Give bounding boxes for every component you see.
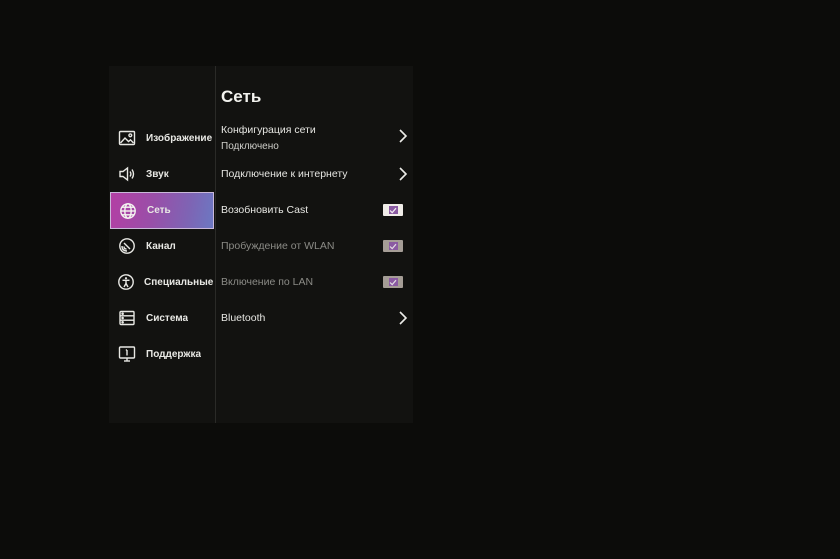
sidebar-item-channel[interactable]: Канал xyxy=(110,228,214,264)
settings-row-bluetooth[interactable]: Bluetooth xyxy=(221,310,409,344)
row-label: Конфигурация сети xyxy=(221,124,316,136)
checkmark-icon xyxy=(388,206,398,214)
row-label: Включение по LAN xyxy=(221,276,314,288)
settings-row-internet-connection[interactable]: Подключение к интернету xyxy=(221,166,409,200)
row-status: Подключено xyxy=(221,141,279,152)
accessibility-icon xyxy=(117,272,135,292)
row-label: Возобновить Cast xyxy=(221,204,309,216)
support-icon xyxy=(117,344,137,364)
settings-row-resume-cast[interactable]: Возобновить Cast xyxy=(221,202,409,236)
settings-row-network-config[interactable]: Конфигурация сети Подключено xyxy=(221,124,409,158)
settings-row-wake-on-lan[interactable]: Включение по LAN xyxy=(221,274,409,308)
sidebar-item-label: Канал xyxy=(146,240,176,252)
sidebar-item-label: Система xyxy=(146,312,189,324)
speaker-icon xyxy=(117,164,137,184)
sidebar-divider xyxy=(215,66,216,423)
sidebar-item-label: Сеть xyxy=(147,205,171,216)
sidebar-item-system[interactable]: Система xyxy=(110,300,214,336)
row-label: Bluetooth xyxy=(221,312,266,324)
chevron-right-icon xyxy=(399,129,408,143)
wake-on-lan-checkbox[interactable] xyxy=(383,276,403,288)
sidebar-item-support[interactable]: Поддержка xyxy=(110,336,214,372)
system-icon xyxy=(117,308,137,328)
settings-panel: Изображение Звук Сеть Канал Специальные … xyxy=(109,66,413,423)
settings-row-wake-on-wlan[interactable]: Пробуждение от WLAN xyxy=(221,238,409,272)
sidebar-item-label: Специальные… xyxy=(144,276,214,288)
checkmark-icon xyxy=(388,242,398,250)
row-label: Подключение к интернету xyxy=(221,168,348,180)
globe-icon xyxy=(118,201,138,221)
chevron-right-icon xyxy=(399,167,408,181)
channel-icon xyxy=(117,236,137,256)
network-settings: Сеть Конфигурация сети Подключено Подклю… xyxy=(220,66,410,423)
row-label: Пробуждение от WLAN xyxy=(221,240,335,252)
settings-sidebar: Изображение Звук Сеть Канал Специальные … xyxy=(109,66,215,423)
checkmark-icon xyxy=(388,278,398,286)
chevron-right-icon xyxy=(399,311,408,325)
sidebar-item-sound[interactable]: Звук xyxy=(110,156,214,192)
sidebar-item-network[interactable]: Сеть xyxy=(110,192,214,229)
sidebar-item-label: Звук xyxy=(146,168,169,180)
tv-screen: Изображение Звук Сеть Канал Специальные … xyxy=(0,0,840,559)
sidebar-item-label: Поддержка xyxy=(146,348,202,360)
sidebar-item-label: Изображение xyxy=(146,132,213,144)
page-title: Сеть xyxy=(221,87,262,106)
picture-icon xyxy=(117,128,137,148)
sidebar-item-picture[interactable]: Изображение xyxy=(110,120,214,156)
resume-cast-checkbox[interactable] xyxy=(383,204,403,216)
wake-on-wlan-checkbox[interactable] xyxy=(383,240,403,252)
sidebar-item-accessibility[interactable]: Специальные… xyxy=(110,264,214,300)
